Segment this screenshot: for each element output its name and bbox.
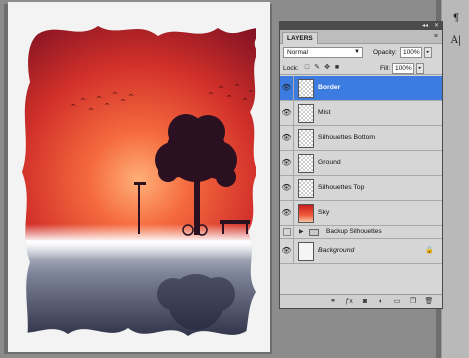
sunset-artwork (8, 2, 270, 352)
link-icon[interactable]: ⚭ (328, 297, 338, 307)
fill-label: Fill: (380, 65, 391, 72)
layer-name: Sky (318, 209, 330, 216)
close-icon[interactable]: ✕ (434, 22, 439, 30)
chevron-down-icon: ▼ (354, 49, 360, 55)
layer-row-background[interactable]: 👁 Background 🔒 (280, 239, 442, 264)
eye-icon[interactable]: 👁 (280, 101, 294, 125)
paragraph-icon[interactable]: ¶ (449, 12, 463, 26)
move-icon[interactable]: ✥ (323, 64, 331, 72)
layer-name: Background (318, 247, 355, 254)
fill-input[interactable]: 100% (392, 63, 414, 74)
panel-menu-icon[interactable]: ≡ (434, 32, 438, 42)
adjustment-icon[interactable]: ◐ (376, 297, 386, 307)
layer-thumbnail (298, 154, 314, 173)
right-tool-strip: ¶ A| (441, 0, 469, 358)
brush-icon[interactable]: ✎ (313, 64, 321, 72)
eye-icon[interactable]: 👁 (280, 151, 294, 175)
collapse-icon[interactable]: ◂◂ (422, 22, 428, 30)
layer-name: Silhouettes Bottom (318, 134, 376, 141)
layer-thumbnail (298, 104, 314, 123)
layer-name: Silhouettes Top (318, 184, 365, 191)
lock-label: Lock: (283, 65, 299, 72)
layer-row-silhouettes-top[interactable]: 👁 Silhouettes Top (280, 176, 442, 201)
eye-icon[interactable]: 👁 (280, 76, 294, 100)
visibility-toggle[interactable] (280, 226, 294, 238)
blend-mode-select[interactable]: Normal ▼ (283, 47, 363, 58)
new-layer-icon[interactable]: ❐ (408, 297, 418, 307)
eye-icon[interactable]: 👁 (280, 126, 294, 150)
layer-row-ground[interactable]: 👁 Ground (280, 151, 442, 176)
layer-thumbnail (298, 179, 314, 198)
layer-thumbnail (298, 79, 314, 98)
eye-icon[interactable]: 👁 (280, 201, 294, 225)
sky-thumbnail (298, 204, 314, 223)
layers-panel: ◂◂ ✕ LAYERS ≡ Normal ▼ Opacity: 100% ▸ L… (279, 21, 443, 309)
panel-tab-row: LAYERS ≡ (280, 30, 442, 44)
lock-row: Lock: □ ✎ ✥ ■ Fill: 100% ▸ (280, 61, 442, 75)
group-name: Backup Silhouettes (326, 228, 382, 235)
fill-slider-arrow-icon[interactable]: ▸ (416, 63, 424, 74)
document-canvas[interactable] (8, 2, 270, 352)
lock-icon: 🔒 (425, 247, 434, 254)
layer-list: 👁 Border 👁 Mist 👁 Silhouettes Bottom 👁 G… (280, 76, 442, 294)
layer-name: Mist (318, 109, 331, 116)
blend-row: Normal ▼ Opacity: 100% ▸ (280, 45, 442, 60)
character-icon[interactable]: A| (449, 34, 463, 48)
layer-row-sky[interactable]: 👁 Sky (280, 201, 442, 226)
layer-row-border[interactable]: 👁 Border (280, 76, 442, 101)
mask-icon[interactable]: ◙ (360, 297, 370, 307)
folder-icon (309, 229, 319, 236)
trash-icon[interactable]: 🗑 (424, 297, 434, 307)
folder-icon[interactable]: ▭ (392, 297, 402, 307)
layer-name: Ground (318, 159, 341, 166)
layer-row-mist[interactable]: 👁 Mist (280, 101, 442, 126)
layer-row-silhouettes-bottom[interactable]: 👁 Silhouettes Bottom (280, 126, 442, 151)
blend-mode-value: Normal (287, 49, 308, 56)
panel-titlebar[interactable]: ◂◂ ✕ (280, 22, 442, 30)
lock-transparent-icon[interactable]: □ (303, 64, 311, 72)
layer-group-backup-silhouettes[interactable]: ▶ Backup Silhouettes (280, 226, 442, 239)
fx-icon[interactable]: ƒx (344, 297, 354, 307)
tab-layers[interactable]: LAYERS (282, 32, 318, 44)
eye-icon[interactable]: 👁 (280, 176, 294, 200)
hidden-eye-box (283, 228, 291, 236)
panel-footer: ⚭ ƒx ◙ ◐ ▭ ❐ 🗑 (280, 294, 442, 308)
opacity-input[interactable]: 100% (400, 47, 422, 58)
layer-thumbnail (298, 129, 314, 148)
white-thumbnail (298, 242, 314, 261)
disclosure-triangle-icon[interactable]: ▶ (299, 227, 304, 237)
eye-icon[interactable]: 👁 (280, 239, 294, 263)
opacity-label: Opacity: (373, 49, 397, 56)
opacity-slider-arrow-icon[interactable]: ▸ (424, 47, 432, 58)
layer-name: Border (318, 84, 341, 91)
lock-icon[interactable]: ■ (333, 64, 341, 72)
